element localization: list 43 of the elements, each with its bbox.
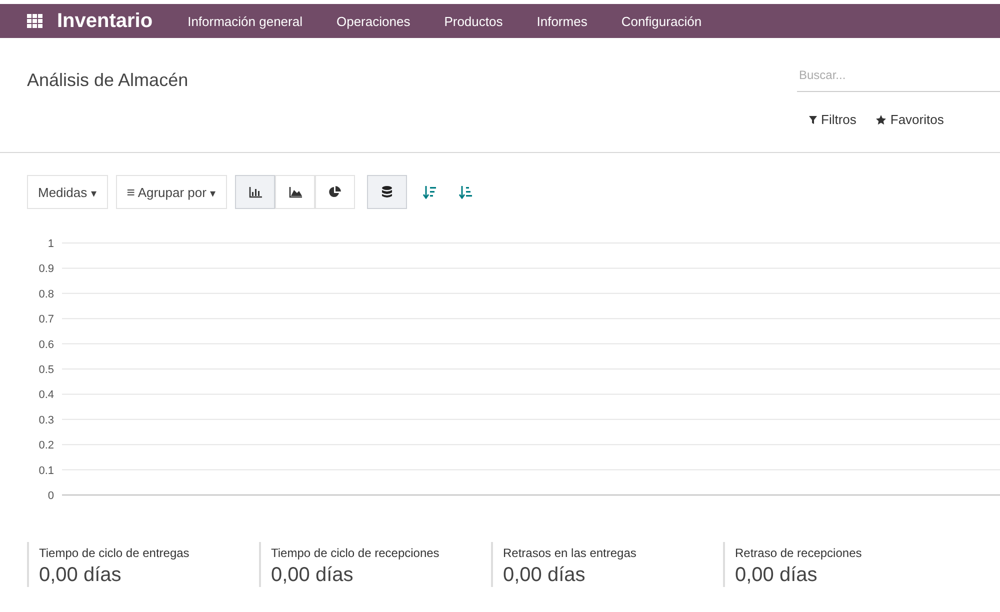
stacked-button[interactable] — [367, 175, 408, 209]
y-axis-label: 0 — [48, 490, 54, 502]
kpi-label: Tiempo de ciclo de recepciones — [271, 545, 440, 562]
y-axis-label: 0.9 — [38, 263, 54, 276]
filters-button[interactable]: Filtros — [809, 112, 856, 127]
database-icon — [382, 186, 392, 198]
sort-icon — [422, 186, 436, 198]
bar-chart-button[interactable] — [235, 175, 276, 209]
menu-item[interactable]: Informes — [536, 14, 588, 28]
kpi-value: 0,00 días — [39, 564, 122, 587]
y-axis-label: 0.1 — [38, 464, 54, 477]
menu-item[interactable]: Configuración — [621, 14, 702, 28]
y-axis-label: 0.6 — [38, 338, 54, 351]
star-icon — [876, 114, 886, 124]
app-name[interactable]: Inventario — [57, 10, 153, 32]
kpi-value: 0,00 días — [735, 564, 818, 587]
bar-chart-icon — [248, 186, 262, 198]
kpi-value: 0,00 días — [271, 564, 354, 587]
y-axis-label: 0.2 — [38, 440, 54, 452]
kpi-label: Retraso de recepciones — [735, 545, 863, 562]
kpi-label: Retrasos en las entregas — [503, 545, 638, 562]
kpi-label: Tiempo de ciclo de entregas — [39, 545, 190, 562]
page-title: Análisis de Almacén — [27, 70, 188, 91]
pie-chart-button[interactable] — [315, 175, 356, 209]
menu-item[interactable]: Productos — [444, 14, 503, 28]
filter-icon — [809, 116, 817, 124]
measures-dropdown[interactable]: Medidas ▾ — [27, 175, 108, 209]
y-axis-label: 0.5 — [38, 364, 54, 376]
sort-icon — [458, 186, 472, 198]
y-axis-label: 0.3 — [38, 414, 54, 426]
kpi-value: 0,00 días — [503, 564, 586, 587]
y-axis-label: 0.4 — [38, 389, 54, 402]
menu-item[interactable]: Operaciones — [336, 14, 410, 28]
y-axis-label: 0.8 — [38, 288, 54, 300]
apps-menu-icon[interactable] — [27, 14, 43, 28]
menu-item[interactable]: Información general — [188, 14, 302, 28]
favorites-button[interactable]: Favoritos — [876, 112, 944, 127]
y-axis-label: 1 — [48, 238, 54, 250]
y-axis-label: 0.7 — [38, 314, 54, 326]
area-chart-icon — [288, 186, 302, 198]
group-by-dropdown[interactable]: ≡ Agrupar por ▾ — [116, 175, 228, 209]
area-chart-button[interactable] — [275, 175, 316, 209]
pie-chart-icon — [329, 186, 342, 198]
